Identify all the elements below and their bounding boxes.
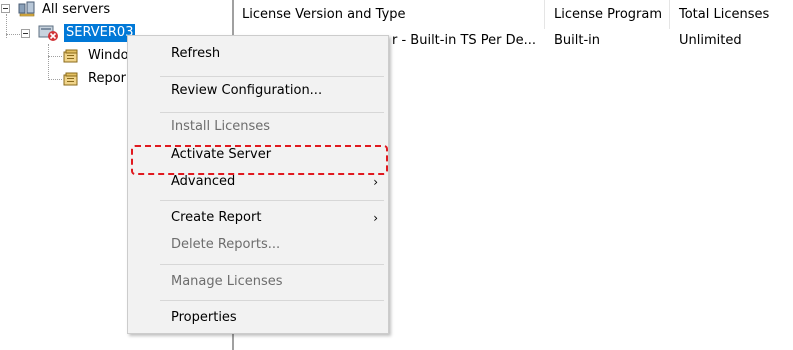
activate-server-highlight [131, 145, 388, 175]
report-icon [63, 72, 78, 86]
tree-label-all-servers: All servers [42, 2, 111, 17]
tree-item-reports[interactable]: Repor [62, 69, 128, 89]
collapse-server-icon[interactable] [21, 29, 30, 38]
tree-item-server03[interactable]: SERVER03 [36, 23, 136, 43]
menu-item-properties[interactable]: Properties [128, 306, 388, 330]
column-header-total-licenses[interactable]: Total Licenses [671, 0, 793, 29]
license-pack-icon [63, 49, 78, 63]
menu-item-create-report[interactable]: Create Report › [128, 206, 388, 230]
cell-license-program: Built-in [554, 33, 601, 48]
tree-connector [48, 79, 62, 80]
server-error-icon [38, 25, 58, 41]
tree-connector [6, 34, 20, 35]
menu-item-review-configuration[interactable]: Review Configuration... [128, 79, 388, 103]
menu-item-delete-reports[interactable]: Delete Reports... [128, 233, 388, 257]
menu-item-refresh[interactable]: Refresh [128, 42, 388, 66]
servers-icon [18, 1, 35, 17]
menu-item-advanced-label: Advanced [171, 174, 236, 189]
tree-item-license-pack[interactable]: Windo [62, 46, 131, 66]
column-header-license-version[interactable]: License Version and Type [234, 0, 545, 29]
menu-separator [160, 200, 384, 201]
tree-label-license-pack: Windo [88, 48, 129, 63]
context-menu: Refresh Review Configuration... Install … [127, 35, 389, 334]
menu-separator [160, 300, 384, 301]
tree-connector [48, 56, 62, 57]
cell-total-licenses: Unlimited [679, 33, 742, 48]
tree-connector [48, 44, 49, 80]
menu-item-manage-licenses[interactable]: Manage Licenses [128, 270, 388, 294]
collapse-all-servers-icon[interactable] [1, 4, 10, 13]
column-header-license-program[interactable]: License Program [546, 0, 670, 29]
menu-item-install-licenses[interactable]: Install Licenses [128, 115, 388, 139]
tree-item-all-servers[interactable]: All servers [14, 0, 112, 20]
tree-label-reports: Repor [88, 71, 126, 86]
tree-label-server03: SERVER03 [64, 24, 136, 42]
menu-separator [160, 112, 384, 113]
submenu-arrow-icon: › [373, 211, 378, 225]
menu-item-create-report-label: Create Report [171, 210, 262, 225]
cell-license-version: r - Built-in TS Per De... [392, 33, 537, 48]
menu-separator [160, 76, 384, 77]
menu-separator [160, 264, 384, 265]
